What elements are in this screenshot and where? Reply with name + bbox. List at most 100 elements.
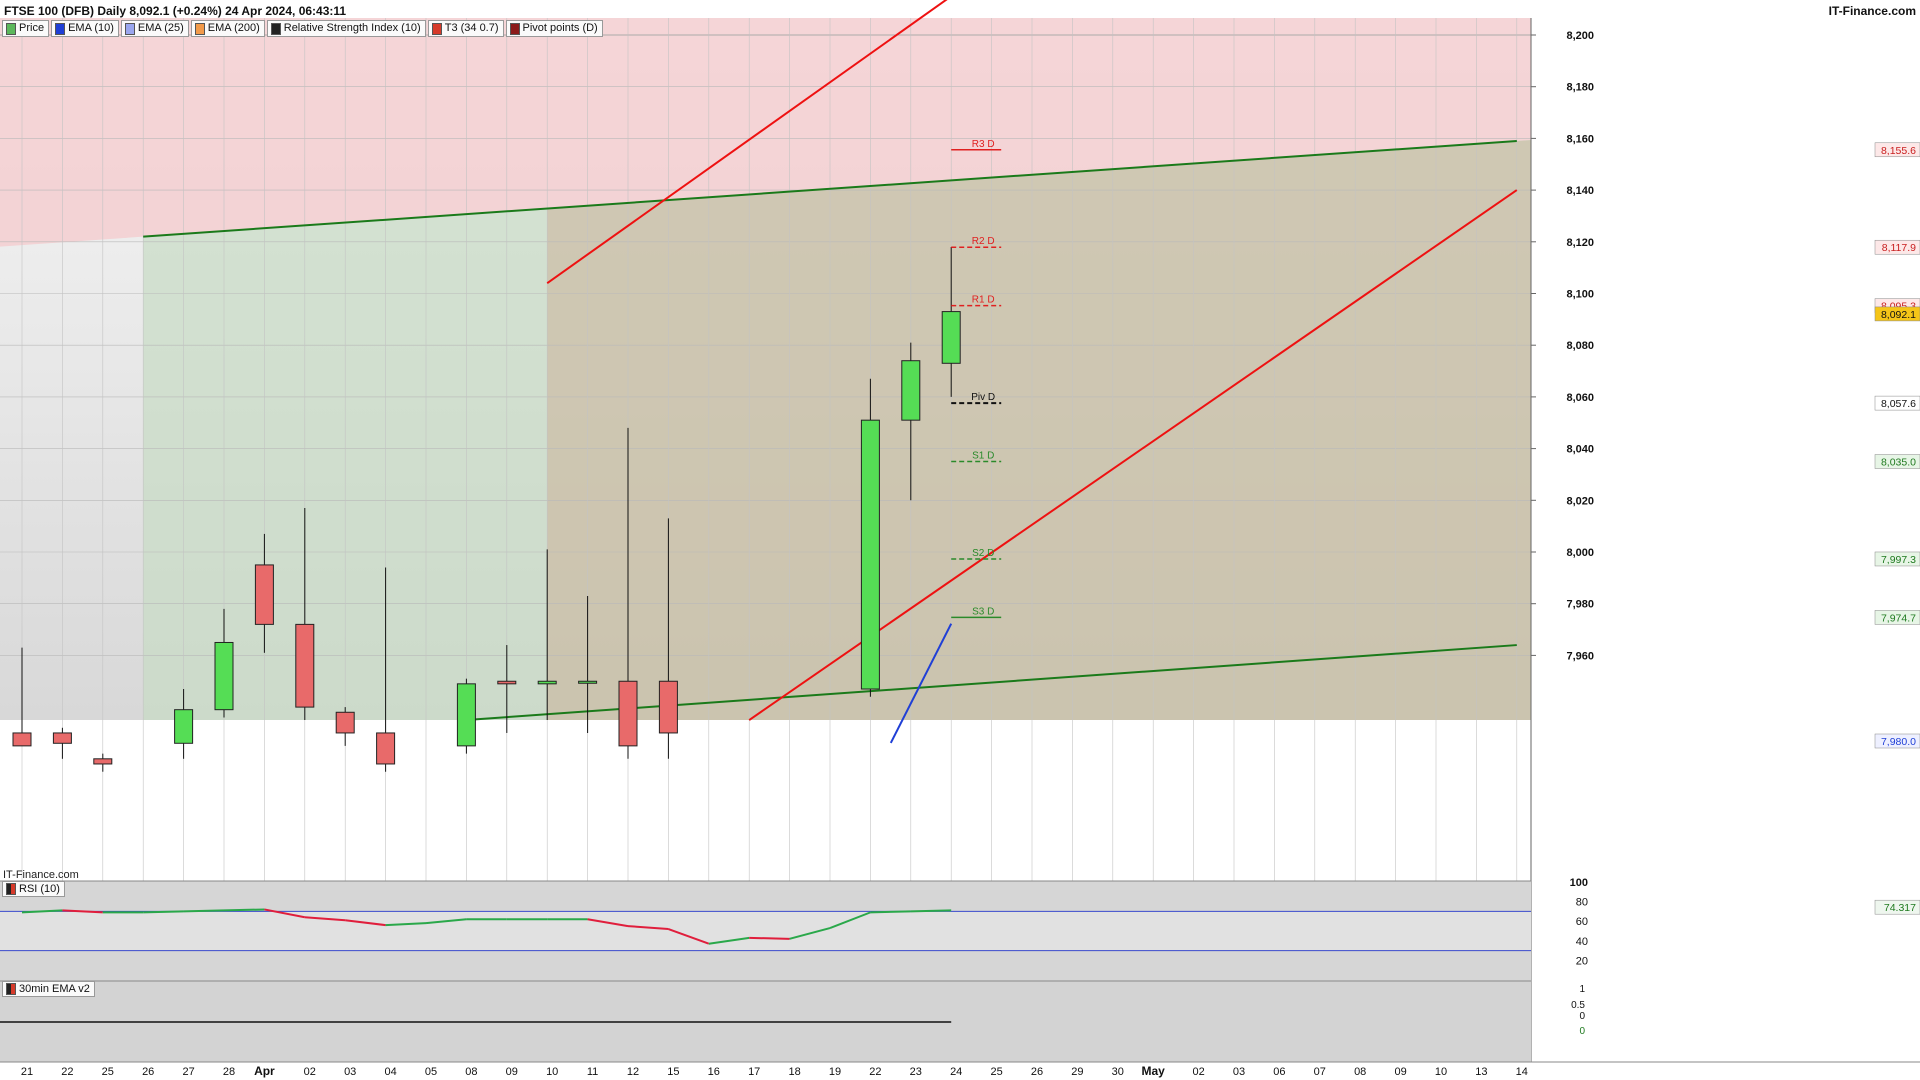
x-tick-label: Apr <box>254 1064 275 1078</box>
rsi-label: RSI (10) <box>19 883 60 895</box>
x-tick-label: 09 <box>1394 1066 1406 1078</box>
legend-swatch-icon <box>509 22 520 35</box>
x-tick-label: 30 <box>1112 1066 1124 1078</box>
ema30-label: 30min EMA v2 <box>19 983 90 995</box>
legend-swatch-icon <box>194 22 205 35</box>
legend-item[interactable]: Relative Strength Index (10) <box>266 20 426 37</box>
x-tick-label: 09 <box>506 1066 518 1078</box>
legend-swatch-icon <box>124 22 135 35</box>
candle-body <box>335 711 355 734</box>
overlap-zone <box>547 139 1531 721</box>
x-tick-label: 23 <box>910 1066 922 1078</box>
rsi-segment <box>749 936 790 940</box>
x-tick-label: 08 <box>465 1066 477 1078</box>
rsi-segment <box>143 910 184 914</box>
pivot-label: R2 D <box>972 236 995 247</box>
rsi-tick-label: 20 <box>1576 955 1588 967</box>
candle-body <box>618 680 638 747</box>
y-tick-label: 8,160 <box>1566 133 1594 145</box>
candle-body <box>578 680 598 684</box>
x-tick-label: 21 <box>21 1066 33 1078</box>
current-price-tag: 8,092.1 <box>1881 309 1916 321</box>
pivot-value-tag: 7,997.3 <box>1881 554 1916 566</box>
rsi-segment <box>183 909 225 913</box>
rsi-value-tag: 74.317 <box>1884 902 1916 914</box>
ema30-swatch-icon <box>6 983 16 995</box>
candle-body <box>901 360 921 421</box>
rsi-tick-label: 60 <box>1576 916 1588 928</box>
ema30-tick-label: 0.5 <box>1571 1000 1585 1011</box>
legend-item[interactable]: T3 (34 0.7) <box>427 20 504 37</box>
rsi-panel-label[interactable]: RSI (10) <box>2 881 65 897</box>
y-tick-label: 8,120 <box>1566 237 1594 249</box>
x-tick-label: 05 <box>425 1066 437 1078</box>
x-tick-label: 13 <box>1475 1066 1487 1078</box>
x-tick-label: 07 <box>1314 1066 1326 1078</box>
y-tick-label: 8,000 <box>1566 547 1594 559</box>
x-tick-label: 27 <box>182 1066 194 1078</box>
pivot-label: Piv D <box>971 392 995 403</box>
candle-body <box>658 680 678 734</box>
legend-label: Pivot points (D) <box>522 22 598 34</box>
x-tick-label: 22 <box>869 1066 881 1078</box>
rsi-swatch-icon <box>6 883 16 895</box>
pivot-value-tag: 8,155.6 <box>1881 145 1916 157</box>
candle-body <box>214 641 234 711</box>
x-tick-label: May <box>1142 1064 1166 1078</box>
candle-body <box>93 758 113 765</box>
x-tick-label: 15 <box>667 1066 679 1078</box>
candle-body <box>941 311 961 364</box>
pivot-label: S3 D <box>972 606 994 617</box>
legend-item[interactable]: EMA (200) <box>190 20 265 37</box>
legend-label: EMA (25) <box>137 22 184 34</box>
legend-item[interactable]: Pivot points (D) <box>505 20 603 37</box>
y-tick-label: 7,960 <box>1566 650 1594 662</box>
pivot-label: R3 D <box>972 139 995 150</box>
x-tick-label: 02 <box>304 1066 316 1078</box>
x-tick-label: 24 <box>950 1066 962 1078</box>
watermark: IT-Finance.com <box>3 869 79 881</box>
legend-label: Relative Strength Index (10) <box>283 22 421 34</box>
x-tick-label: 04 <box>384 1066 396 1078</box>
ema30-tick-label: 0 <box>1579 1026 1585 1037</box>
x-tick-label: 12 <box>627 1066 639 1078</box>
rsi-segment <box>870 910 911 914</box>
x-tick-label: 26 <box>1031 1066 1043 1078</box>
price-chart[interactable]: R3 D R2 D R1 D Piv D S1 D S2 D S3 D 7,960 7,980 8… <box>0 0 1920 1080</box>
ema30-tick-label: 1 <box>1579 984 1585 995</box>
candle-body <box>174 709 194 744</box>
ema30-tick-label: 0 <box>1579 1011 1585 1022</box>
y-axis-background <box>1531 18 1920 1062</box>
candle-body <box>295 623 315 708</box>
x-tick-label: 14 <box>1516 1066 1528 1078</box>
x-tick-label: 22 <box>61 1066 73 1078</box>
pivot-value-tag: 8,057.6 <box>1881 398 1916 410</box>
ema10-value-tag: 7,980.0 <box>1881 736 1916 748</box>
legend-item[interactable]: EMA (25) <box>120 20 189 37</box>
candle-body <box>52 732 72 744</box>
legend-item[interactable]: Price <box>2 20 50 37</box>
x-tick-label: 18 <box>788 1066 800 1078</box>
pivot-value-tag: 8,117.9 <box>1882 242 1916 254</box>
candle-body <box>537 680 557 685</box>
x-tick-label: 28 <box>223 1066 235 1078</box>
x-tick-label: 08 <box>1354 1066 1366 1078</box>
x-tick-label: 03 <box>344 1066 356 1078</box>
y-tick-label: 8,200 <box>1566 30 1594 42</box>
x-tick-label: 25 <box>102 1066 114 1078</box>
y-tick-label: 8,080 <box>1566 340 1594 352</box>
pivot-label: S2 D <box>972 548 994 559</box>
chart-title: FTSE 100 (DFB) Daily 8,092.1 (+0.24%) 24… <box>4 4 347 18</box>
legend-label: Price <box>19 22 45 34</box>
x-tick-label: 02 <box>1192 1066 1204 1078</box>
y-tick-label: 8,020 <box>1566 495 1594 507</box>
pivot-label: R1 D <box>972 295 995 306</box>
rsi-tick-label: 80 <box>1576 897 1588 909</box>
ema30-panel-label[interactable]: 30min EMA v2 <box>2 981 95 997</box>
x-tick-label: 16 <box>708 1066 720 1078</box>
brand-label: IT-Finance.com <box>1828 4 1916 18</box>
legend-swatch-icon <box>6 22 16 35</box>
rsi-segment <box>223 908 265 912</box>
legend-item[interactable]: EMA (10) <box>51 20 119 37</box>
y-tick-label: 7,980 <box>1566 599 1594 611</box>
